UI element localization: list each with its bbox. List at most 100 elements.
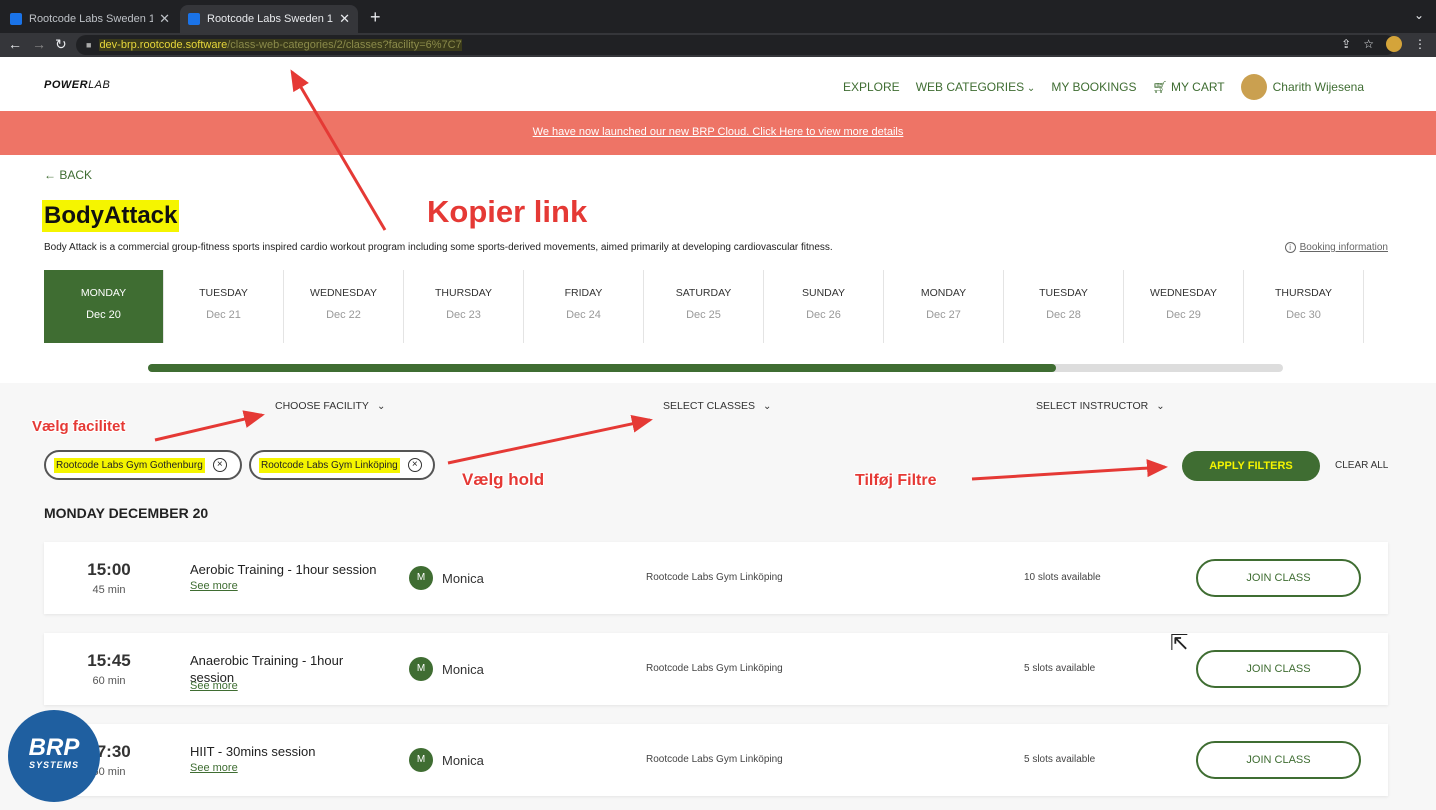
brp-logo-subtext: SYSTEMS xyxy=(28,760,79,770)
join-class-button[interactable]: JOIN CLASS xyxy=(1196,559,1361,597)
day-name: MONDAY xyxy=(80,287,127,299)
nav-my-bookings[interactable]: MY BOOKINGS xyxy=(1051,80,1136,94)
filter-chip[interactable]: Rootcode Labs Gym Gothenburg × xyxy=(44,450,242,480)
annotation-copy-link: Kopier link xyxy=(427,194,588,229)
profile-icon[interactable] xyxy=(1386,36,1402,52)
day-name: FRIDAY xyxy=(564,287,603,299)
day-scrollbar[interactable] xyxy=(148,364,1283,372)
back-arrow-icon[interactable]: ← xyxy=(8,36,22,52)
day-date: Dec 23 xyxy=(446,309,481,321)
booking-info-link[interactable]: i Booking information xyxy=(1284,242,1388,253)
class-name: Aerobic Training - 1hour session xyxy=(190,562,377,577)
clear-all-button[interactable]: CLEAR ALL xyxy=(1335,460,1388,471)
day-tab[interactable]: TUESDAY Dec 28 xyxy=(1004,270,1124,343)
slots-available: 5 slots available xyxy=(1024,754,1096,765)
day-name: WEDNESDAY xyxy=(310,287,377,299)
close-icon[interactable]: ✕ xyxy=(159,11,170,27)
join-class-button[interactable]: JOIN CLASS xyxy=(1196,741,1361,779)
facility-dropdown-label: CHOOSE FACILITY xyxy=(275,400,369,412)
annotation-add-filters: Tilføj Filtre xyxy=(855,472,937,489)
slots-available: 10 slots available xyxy=(1024,572,1101,583)
day-name: TUESDAY xyxy=(1039,287,1088,299)
instructor-dropdown[interactable]: SELECT INSTRUCTOR ⌄ xyxy=(1036,400,1165,412)
announcement-banner[interactable]: We have now launched our new BRP Cloud. … xyxy=(0,111,1436,155)
back-label: BACK xyxy=(59,168,93,182)
classes-dropdown[interactable]: SELECT CLASSES ⌄ xyxy=(663,400,771,412)
day-tab[interactable]: THURSDAY Dec 23 xyxy=(404,270,524,343)
filter-chip[interactable]: Rootcode Labs Gym Linköping × xyxy=(249,450,435,480)
class-facility: Rootcode Labs Gym Linköping xyxy=(646,572,783,583)
chevron-down-icon[interactable]: ⌄ xyxy=(1414,8,1424,22)
menu-icon[interactable]: ⋮ xyxy=(1414,37,1426,51)
share-icon[interactable]: ⇪ xyxy=(1341,37,1351,51)
new-tab-button[interactable]: + xyxy=(370,7,381,28)
nav-my-cart[interactable]: 🛒︎ MY CART xyxy=(1152,80,1224,94)
annotation-choose-class: Vælg hold xyxy=(462,470,545,489)
arrow-left-icon: ← xyxy=(44,168,56,182)
day-name: SATURDAY xyxy=(675,287,732,299)
day-tab[interactable]: MONDAY Dec 20 xyxy=(44,270,164,343)
facility-dropdown[interactable]: CHOOSE FACILITY ⌄ xyxy=(275,400,385,412)
close-icon[interactable]: ✕ xyxy=(339,11,350,27)
star-icon[interactable]: ☆ xyxy=(1363,37,1374,51)
forward-arrow-icon[interactable]: → xyxy=(32,36,46,52)
avatar xyxy=(1240,74,1267,100)
brp-systems-logo: BRP SYSTEMS xyxy=(8,710,100,802)
url-host: dev-brp.rootcode.software xyxy=(99,39,228,51)
day-date: Dec 30 xyxy=(1286,309,1321,321)
nav-explore[interactable]: EXPLORE xyxy=(843,80,900,94)
tab-title: Rootcode Labs Sweden 1 - Cla xyxy=(207,13,333,25)
close-icon[interactable]: × xyxy=(212,458,227,472)
class-duration: 45 min xyxy=(92,584,126,596)
instructor-name: Monica xyxy=(442,753,484,768)
day-date: Dec 27 xyxy=(926,309,961,321)
day-tab[interactable]: WEDNESDAY Dec 29 xyxy=(1124,270,1244,343)
day-selector: MONDAY Dec 20 TUESDAY Dec 21 WEDNESDAY Dec 22… xyxy=(44,270,1388,343)
apply-filters-button[interactable]: APPLY FILTERS xyxy=(1182,451,1320,481)
info-icon: i xyxy=(1284,242,1296,253)
chevron-down-icon: ⌄ xyxy=(1156,401,1165,412)
classes-dropdown-label: SELECT CLASSES xyxy=(663,400,756,412)
scrollbar-thumb[interactable] xyxy=(148,364,1056,372)
day-tab[interactable]: SATURDAY Dec 25 xyxy=(644,270,764,343)
day-date: Dec 25 xyxy=(686,309,721,321)
user-menu[interactable]: Charith Wijesena xyxy=(1240,74,1364,100)
page-title: BodyAttack xyxy=(42,200,180,232)
day-tab[interactable]: SUNDAY Dec 26 xyxy=(764,270,884,343)
day-tab[interactable]: TUESDAY Dec 21 xyxy=(164,270,284,343)
logo-text: POWER xyxy=(44,79,89,91)
chip-label: Rootcode Labs Gym Linköping xyxy=(259,457,400,473)
nav-web-categories[interactable]: WEB CATEGORIES xyxy=(916,80,1036,94)
chip-label: Rootcode Labs Gym Gothenburg xyxy=(54,457,205,473)
day-date: Dec 20 xyxy=(86,309,121,321)
class-time: 15:45 xyxy=(87,651,131,670)
favicon-icon xyxy=(188,13,200,25)
day-tab[interactable]: WEDNESDAY Dec 22 xyxy=(284,270,404,343)
browser-tabstrip: Rootcode Labs Sweden 1 - Cla ✕ Rootcode … xyxy=(0,0,1436,33)
booking-info-label: Booking information xyxy=(1299,242,1388,253)
logo-text-rest: LAB xyxy=(88,79,111,91)
join-class-button[interactable]: JOIN CLASS xyxy=(1196,650,1361,688)
back-link[interactable]: ← BACK xyxy=(44,168,92,182)
day-date: Dec 24 xyxy=(566,309,601,321)
brp-logo-text: BRP xyxy=(28,734,80,761)
see-more-link[interactable]: See more xyxy=(190,680,238,692)
see-more-link[interactable]: See more xyxy=(190,580,238,592)
site-header: POWERLAB EXPLORE WEB CATEGORIES MY BOOKI… xyxy=(0,57,1436,111)
annotation-choose-facility: Vælg facilitet xyxy=(32,418,126,435)
day-date: Dec 21 xyxy=(206,309,241,321)
day-tab[interactable]: THURSDAY Dec 30 xyxy=(1244,270,1364,343)
reload-icon[interactable]: ↻ xyxy=(55,36,67,53)
cart-icon: 🛒︎ xyxy=(1152,80,1168,94)
address-bar[interactable]: ■ dev-brp.rootcode.software/class-web-ca… xyxy=(76,35,1396,55)
browser-toolbar: ← → ↻ ■ dev-brp.rootcode.software/class-… xyxy=(0,33,1436,57)
see-more-link[interactable]: See more xyxy=(190,762,238,774)
instructor-avatar: M xyxy=(409,657,433,681)
browser-tab-2[interactable]: Rootcode Labs Sweden 1 - Cla ✕ xyxy=(180,5,358,33)
browser-tab-1[interactable]: Rootcode Labs Sweden 1 - Cla ✕ xyxy=(2,5,178,33)
day-tab[interactable]: MONDAY Dec 27 xyxy=(884,270,1004,343)
close-icon[interactable]: × xyxy=(407,458,422,472)
powerlab-logo[interactable]: POWERLAB xyxy=(44,79,110,91)
day-name: SUNDAY xyxy=(802,287,845,299)
day-tab[interactable]: FRIDAY Dec 24 xyxy=(524,270,644,343)
